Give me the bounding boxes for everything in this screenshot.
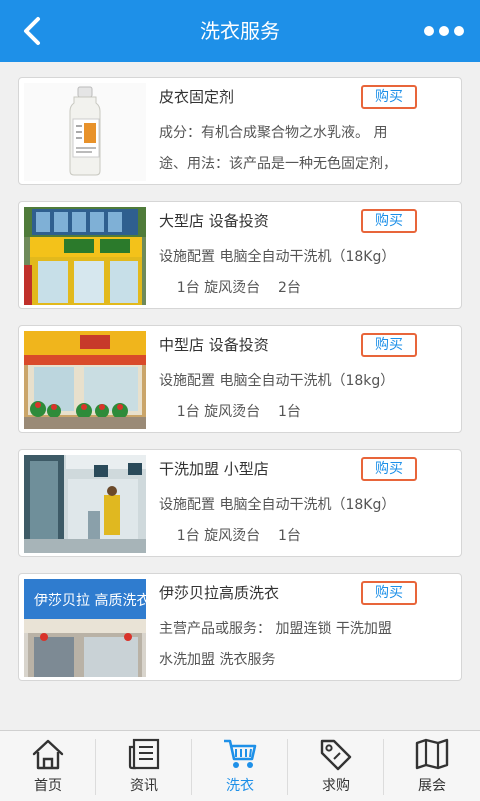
product-card[interactable]: 干洗加盟 小型店 购买 设施配置 电脑全自动干洗机（18Kg） 1台 旋风烫台 …	[18, 449, 462, 557]
product-card[interactable]: 中型店 设备投资 购买 设施配置 电脑全自动干洗机（18kg） 1台 旋风烫台 …	[18, 325, 462, 433]
product-card[interactable]: 伊莎贝拉 高质洗衣 伊莎贝拉高质洗衣 购买 主营产品或服务： 加盟连锁 干洗加盟…	[18, 573, 462, 681]
bottle-image	[24, 83, 146, 181]
bottom-tab-bar: 首页 资讯 洗衣 求购 展会	[0, 730, 480, 801]
tag-icon	[320, 739, 352, 771]
news-icon	[128, 738, 160, 770]
product-description: 设施配置 电脑全自动干洗机（18Kg） 1台 旋风烫台 2台	[159, 249, 396, 296]
product-card[interactable]: 皮衣固定剂 购买 成分：有机合成聚合物之水乳液。 用 途、用法：该产品是一种无色…	[18, 77, 462, 185]
storefront-sign-image: 伊莎贝拉 高质洗衣	[24, 579, 146, 677]
sign-text: 伊莎贝拉 高质洗衣	[34, 592, 146, 609]
buy-button[interactable]: 购买	[361, 85, 417, 109]
page-title: 洗衣服务	[200, 19, 280, 43]
product-description: 设施配置 电脑全自动干洗机（18kg） 1台 旋风烫台 1台	[159, 373, 395, 420]
tab-home[interactable]: 首页	[0, 731, 96, 801]
tab-expo[interactable]: 展会	[384, 731, 480, 801]
product-title: 干洗加盟 小型店	[159, 460, 269, 478]
tab-laundry[interactable]: 洗衣	[192, 731, 288, 801]
large-store-image	[24, 207, 146, 305]
buy-button[interactable]: 购买	[361, 209, 417, 233]
product-title: 中型店 设备投资	[159, 336, 269, 354]
tab-label: 求购	[322, 778, 350, 794]
map-icon	[415, 738, 449, 770]
tab-news[interactable]: 资讯	[96, 731, 192, 801]
more-button[interactable]	[422, 13, 466, 49]
app-header: 洗衣服务	[0, 0, 480, 62]
product-description: 主营产品或服务： 加盟连锁 干洗加盟 水洗加盟 洗衣服务	[159, 621, 392, 668]
medium-store-image	[24, 331, 146, 429]
product-title: 皮衣固定剂	[159, 88, 235, 106]
cart-icon	[224, 739, 257, 768]
product-title: 大型店 设备投资	[159, 212, 269, 230]
tab-label: 展会	[418, 778, 446, 794]
buy-button[interactable]: 购买	[361, 333, 417, 357]
tab-purchase[interactable]: 求购	[288, 731, 384, 801]
tab-label: 首页	[34, 778, 62, 794]
home-icon	[32, 739, 64, 770]
tab-label: 资讯	[130, 778, 158, 794]
tab-label: 洗衣	[226, 778, 254, 794]
product-list: 皮衣固定剂 购买 成分：有机合成聚合物之水乳液。 用 途、用法：该产品是一种无色…	[0, 62, 480, 730]
small-store-image	[24, 455, 146, 553]
product-title: 伊莎贝拉高质洗衣	[159, 584, 280, 602]
more-dots-icon	[424, 26, 464, 36]
buy-button[interactable]: 购买	[361, 581, 417, 605]
product-description: 设施配置 电脑全自动干洗机（18Kg） 1台 旋风烫台 1台	[159, 497, 396, 544]
buy-button[interactable]: 购买	[361, 457, 417, 481]
product-description: 成分：有机合成聚合物之水乳液。 用 途、用法：该产品是一种无色固定剂，	[159, 125, 397, 172]
product-card[interactable]: 大型店 设备投资 购买 设施配置 电脑全自动干洗机（18Kg） 1台 旋风烫台 …	[18, 201, 462, 309]
